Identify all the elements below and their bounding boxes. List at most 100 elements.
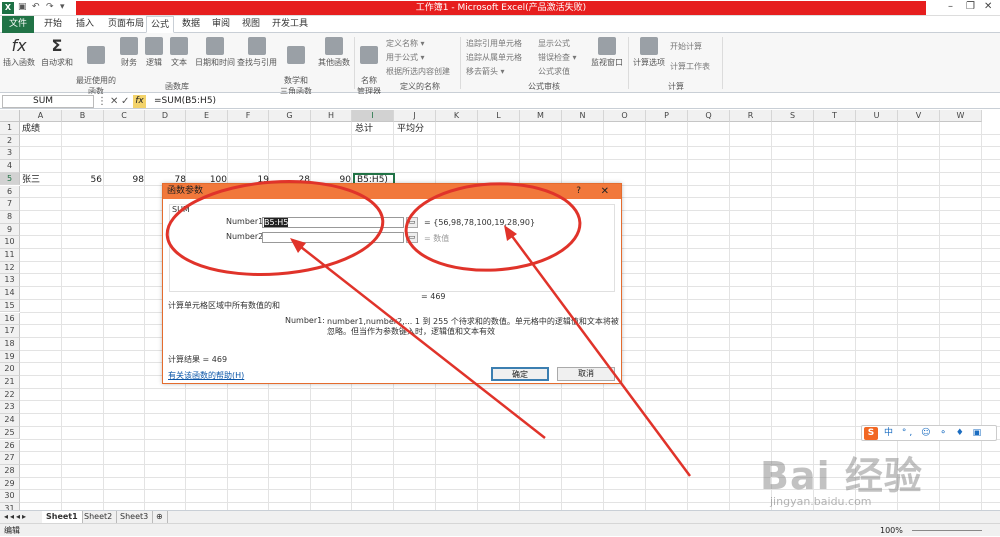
row-header-27[interactable]: 27 [0,452,20,465]
column-header-P[interactable]: P [646,110,688,122]
row-header-2[interactable]: 2 [0,134,20,148]
minimize-icon[interactable]: – [948,1,953,12]
row-header-3[interactable]: 3 [0,147,20,161]
column-header-F[interactable]: F [228,110,269,122]
row-header-21[interactable]: 21 [0,376,20,389]
cell-A5[interactable]: 张三 [22,174,40,186]
row-header-1[interactable]: 1 [0,122,20,135]
cell-C5[interactable]: 98 [104,174,144,186]
cell-I1[interactable]: 总计 [355,123,373,135]
math-trig-button[interactable]: 数学和 三角函数 [278,37,314,97]
redo-icon[interactable]: ↷ [46,2,54,12]
use-in-formula-button[interactable]: 用于公式 ▾ [386,52,425,63]
tab-page-layout[interactable]: 页面布局 [104,16,148,33]
column-header-D[interactable]: D [145,110,186,122]
column-header-T[interactable]: T [814,110,856,122]
error-checking-button[interactable]: 错误检查 ▾ [538,52,577,63]
row-header-26[interactable]: 26 [0,439,20,453]
row-header-14[interactable]: 14 [0,287,20,300]
tab-review[interactable]: 审阅 [208,16,234,33]
logical-button[interactable]: 逻辑 [143,37,165,68]
recently-used-button[interactable]: 最近使用的 函数 [76,37,116,97]
more-functions-button[interactable]: 其他函数 [316,37,352,68]
cell-A1[interactable]: 成绩 [22,123,40,135]
column-header-I[interactable]: I [352,110,394,122]
insert-function-button[interactable]: fx 插入函数 [2,37,36,68]
row-header-17[interactable]: 17 [0,325,20,338]
row-header-7[interactable]: 7 [0,198,20,211]
collapse-dialog-button[interactable]: ▭ [406,217,418,228]
cell-J1[interactable]: 平均分 [397,123,424,135]
row-header-8[interactable]: 8 [0,210,20,224]
cell-B5[interactable]: 56 [62,174,102,186]
column-header-L[interactable]: L [478,110,520,122]
text-functions-button[interactable]: 文本 [168,37,190,68]
undo-icon[interactable]: ↶ [32,2,40,12]
tab-view[interactable]: 视图 [238,16,264,33]
row-header-10[interactable]: 10 [0,236,20,249]
row-header-16[interactable]: 16 [0,312,20,326]
tab-formulas[interactable]: 公式 [146,16,175,33]
column-header-E[interactable]: E [186,110,228,122]
ime-toolbar[interactable]: S 中 °, ☺ ⚬ ♦ ▣ [861,425,997,441]
tab-home[interactable]: 开始 [40,16,66,33]
financial-button[interactable]: 财务 [118,37,140,68]
column-header-U[interactable]: U [856,110,898,122]
column-header-O[interactable]: O [604,110,646,122]
row-header-4[interactable]: 4 [0,160,20,173]
row-header-23[interactable]: 23 [0,401,20,415]
name-manager-button[interactable]: 名称 管理器 [356,37,382,97]
zoom-level[interactable]: 100% [880,524,903,537]
date-time-button[interactable]: 日期和时间 [194,37,236,68]
row-header-24[interactable]: 24 [0,414,20,427]
sheet-tab-1[interactable]: Sheet1 [42,511,83,523]
row-header-28[interactable]: 28 [0,464,20,478]
sheet-nav-arrows-icon[interactable]: ◂◂◂▸ [0,511,40,523]
help-icon[interactable]: ? [576,184,581,199]
sheet-tab-3[interactable]: Sheet3 [116,511,154,523]
fx-icon[interactable]: fx [133,95,146,108]
number2-input[interactable] [262,232,404,243]
cancel-button[interactable]: 取消 [557,367,615,381]
column-header-B[interactable]: B [62,110,104,122]
column-header-G[interactable]: G [269,110,311,122]
dialog-title-bar[interactable]: 函数参数 ? ✕ [163,184,621,199]
column-header-N[interactable]: N [562,110,604,122]
tab-file[interactable]: 文件 [2,16,34,33]
calculate-now-button[interactable]: 开始计算 [670,41,702,52]
customize-quick-access-icon[interactable]: ▾ [60,2,65,12]
column-header-S[interactable]: S [772,110,814,122]
close-window-icon[interactable]: ✕ [984,1,992,12]
zoom-slider[interactable] [912,530,982,531]
show-formulas-button[interactable]: 显示公式 [538,38,570,49]
row-header-19[interactable]: 19 [0,350,20,364]
row-header-20[interactable]: 20 [0,363,20,376]
column-header-J[interactable]: J [394,110,436,122]
calculate-sheet-button[interactable]: 计算工作表 [670,61,710,72]
tab-developer[interactable]: 开发工具 [268,16,312,33]
column-header-Q[interactable]: Q [688,110,730,122]
column-header-A[interactable]: A [20,110,62,122]
column-header-M[interactable]: M [520,110,562,122]
column-header-W[interactable]: W [940,110,982,122]
enter-icon[interactable]: ✓ [121,94,129,109]
lookup-reference-button[interactable]: 查找与引用 [236,37,278,68]
column-header-K[interactable]: K [436,110,478,122]
trace-precedents-button[interactable]: 追踪引用单元格 [466,38,522,49]
row-header-29[interactable]: 29 [0,477,20,491]
collapse-dialog-button[interactable]: ▭ [406,232,418,243]
excel-app-icon[interactable]: X [2,2,14,14]
trace-dependents-button[interactable]: 追踪从属单元格 [466,52,522,63]
insert-sheet-icon[interactable]: ⊕ [152,511,168,523]
row-header-30[interactable]: 30 [0,490,20,503]
remove-arrows-button[interactable]: 移去箭头 ▾ [466,66,505,77]
formula-input[interactable]: =SUM(B5:H5) [154,94,216,109]
calculation-options-button[interactable]: 计算选项 [632,37,666,68]
define-name-button[interactable]: 定义名称 ▾ [386,38,425,49]
row-header-22[interactable]: 22 [0,388,20,402]
column-header-H[interactable]: H [311,110,352,122]
create-from-selection-button[interactable]: 根据所选内容创建 [386,66,450,77]
column-header-C[interactable]: C [104,110,145,122]
tab-data[interactable]: 数据 [178,16,204,33]
row-header-12[interactable]: 12 [0,261,20,275]
